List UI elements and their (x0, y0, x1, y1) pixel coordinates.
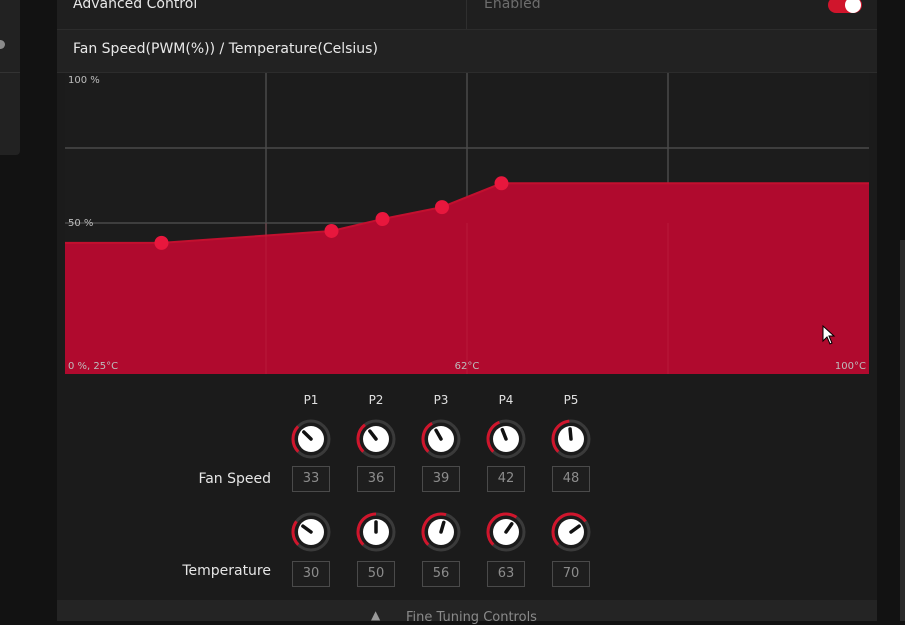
chart-point-p1[interactable] (154, 235, 169, 250)
fan-speed-knob-p3[interactable] (421, 419, 461, 459)
sidebar-divider (0, 72, 20, 73)
chart-point-p3[interactable] (375, 212, 390, 227)
temperature-input-p3[interactable]: 56 (422, 561, 460, 587)
toggle-knob (845, 0, 861, 13)
x-tick-62: 62°C (455, 361, 480, 372)
fan-speed-input-p1[interactable]: 33 (292, 466, 330, 492)
y-tick-100: 100 % (68, 75, 100, 86)
fan-speed-knob-p2[interactable] (356, 419, 396, 459)
left-sidebar-edge (0, 0, 20, 155)
y-tick-50: 50 % (68, 218, 93, 229)
mouse-cursor-icon (822, 324, 836, 349)
temperature-row-label: Temperature (182, 563, 271, 579)
chart-point-p5[interactable] (494, 176, 509, 191)
chart-point-p4[interactable] (435, 200, 449, 215)
temperature-input-p5[interactable]: 70 (552, 561, 590, 587)
fan-speed-input-p5[interactable]: 48 (552, 466, 590, 492)
advanced-control-label: Advanced Control (73, 0, 198, 12)
temperature-input-p4[interactable]: 63 (487, 561, 525, 587)
advanced-control-row: Advanced Control Enabled (57, 0, 877, 30)
origin-tick: 0 %, 25°C (68, 361, 118, 372)
sidebar-toggle-dot[interactable] (0, 40, 5, 49)
temperature-input-p2[interactable]: 50 (357, 561, 395, 587)
fan-control-panel: Advanced Control Enabled Fan Speed(PWM(%… (57, 0, 877, 625)
temperature-input-p1[interactable]: 30 (292, 561, 330, 587)
fine-tuning-bar[interactable]: ▲ Fine Tuning Controls (57, 600, 877, 625)
fan-curve-svg[interactable]: 100 % 50 % 0 %, 25°C 62°C 100°C (65, 73, 869, 374)
point-label-p4: P4 (498, 393, 514, 407)
chart-section-title: Fan Speed(PWM(%)) / Temperature(Celsius) (73, 41, 378, 57)
fan-speed-input-p3[interactable]: 39 (422, 466, 460, 492)
row-divider (466, 0, 467, 29)
fan-speed-knob-p4[interactable] (486, 419, 526, 459)
point-label-p1: P1 (303, 393, 319, 407)
chart-point-p2[interactable] (324, 223, 339, 238)
fan-speed-knob-p1[interactable] (291, 419, 331, 459)
fan-speed-row-label: Fan Speed (198, 471, 271, 487)
x-tick-100: 100°C (835, 361, 866, 372)
point-label-p2: P2 (368, 393, 384, 407)
fine-tuning-label: Fine Tuning Controls (406, 610, 537, 625)
chevron-up-icon: ▲ (371, 608, 381, 622)
temperature-knob-p5[interactable] (551, 512, 591, 552)
advanced-control-toggle[interactable] (828, 0, 862, 13)
fan-speed-knob-p5[interactable] (551, 419, 591, 459)
chart-section-header: Fan Speed(PWM(%)) / Temperature(Celsius) (57, 30, 877, 73)
fan-speed-input-p2[interactable]: 36 (357, 466, 395, 492)
temperature-knob-p2[interactable] (356, 512, 396, 552)
temperature-knob-p1[interactable] (291, 512, 331, 552)
temperature-knob-p4[interactable] (486, 512, 526, 552)
advanced-control-status: Enabled (484, 0, 541, 12)
fan-speed-input-p4[interactable]: 42 (487, 466, 525, 492)
point-label-p3: P3 (433, 393, 449, 407)
temperature-knob-p3[interactable] (421, 512, 461, 552)
point-label-p5: P5 (563, 393, 579, 407)
scrollbar[interactable] (900, 240, 905, 621)
fan-curve-chart[interactable]: 100 % 50 % 0 %, 25°C 62°C 100°C (65, 73, 869, 374)
